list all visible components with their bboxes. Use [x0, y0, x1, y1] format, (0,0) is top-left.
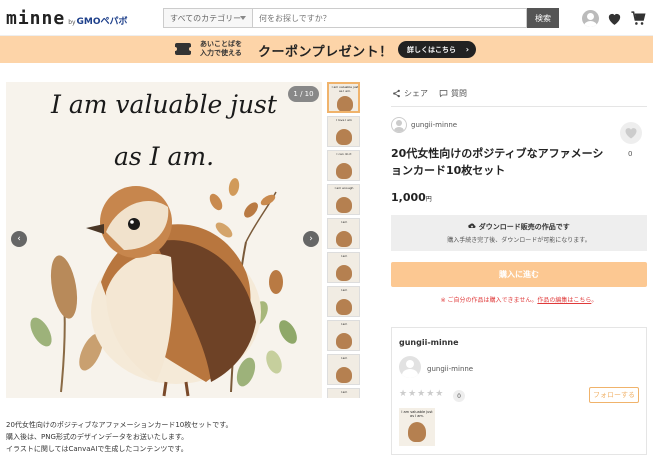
follow-button[interactable]: フォローする: [589, 387, 639, 403]
share-icon: [393, 89, 400, 98]
bird-illustration: [30, 178, 297, 397]
download-subtext: 購入手続き完了後、ダウンロードが可能になります。: [447, 237, 591, 244]
heart-icon[interactable]: [606, 10, 623, 27]
warning-text: ※ ご自分の作品は購入できません。: [440, 297, 538, 304]
thumbnail-bird: [336, 367, 352, 383]
description-line: イラストに関してはCanvaAIで生成したコンテンツです。: [6, 445, 188, 453]
thumbnail[interactable]: I am: [327, 388, 360, 398]
banner-details-label: 詳しくはこちら: [407, 45, 456, 54]
thumbnail[interactable]: I am: [327, 218, 360, 249]
logo-gmo: GMO: [76, 17, 101, 27]
seller-card: gungii-minne gungii-minne ★★★★★ 0 フォローする…: [391, 327, 647, 455]
search-button[interactable]: 検索: [527, 8, 559, 28]
price-unit: 円: [425, 196, 432, 203]
seller-card-title[interactable]: gungii-minne: [399, 338, 459, 347]
favorite-count: 0: [628, 150, 633, 158]
thumbnail-text: I can do it: [336, 152, 352, 156]
own-item-warning: ※ ご自分の作品は購入できません。作品の編集はこちら。: [391, 295, 647, 304]
category-select[interactable]: すべてのカテゴリー: [163, 8, 253, 28]
thumbnail-bird: [336, 265, 352, 281]
thumbnail-text: I am enough: [334, 186, 354, 190]
product-description: 20代女性向けのポジティブなアファメーションカード10枚セットです。 購入後は、…: [6, 419, 233, 455]
user-icon[interactable]: [582, 10, 599, 27]
thumbnail[interactable]: I am: [327, 320, 360, 351]
thumbnail-text: I am: [340, 220, 348, 224]
thumbnail-bird: [336, 299, 352, 315]
rating-count: 0: [453, 390, 465, 402]
chevron-right-icon: ›: [465, 45, 469, 54]
minne-logo[interactable]: minne by GMO ペパボ: [6, 8, 128, 29]
logo-text: minne: [6, 8, 66, 29]
question-label: 質問: [451, 89, 467, 98]
category-select-label: すべてのカテゴリー: [170, 13, 242, 23]
chat-icon: [439, 90, 448, 98]
edit-item-link[interactable]: 作品の編集はこちら: [537, 297, 591, 304]
chevron-right-icon[interactable]: ›: [303, 231, 319, 247]
search-input[interactable]: [253, 8, 527, 28]
seller-item-bird: [408, 422, 426, 442]
banner-small-line1: あいことばを: [200, 40, 242, 48]
seller-item-thumbnail[interactable]: I am valuable just as I am.: [399, 408, 435, 446]
cloud-download-icon: [468, 223, 476, 229]
cart-icon[interactable]: [630, 10, 647, 27]
thumbnail[interactable]: I am: [327, 286, 360, 317]
thumbnail-bird: [337, 96, 353, 111]
thumbnail-bird: [336, 163, 352, 179]
thumbnail[interactable]: I am enough: [327, 184, 360, 215]
favorite-button[interactable]: [620, 122, 642, 144]
logo-by: by: [68, 19, 76, 26]
thumbnail-strip: I am valuable just as I am. I love I am …: [327, 82, 360, 398]
thumbnail[interactable]: I love I am: [327, 116, 360, 147]
thumbnail-bird: [336, 197, 352, 213]
chevron-left-icon[interactable]: ‹: [11, 231, 27, 247]
thumbnail-bird: [336, 129, 352, 145]
coupon-banner[interactable]: あいことばを 入力で使える クーポンプレゼント！ 詳しくはこちら ›: [0, 36, 653, 63]
heart-icon: [625, 128, 637, 139]
thumbnail-text: I am valuable just as I am.: [331, 85, 359, 93]
banner-small-line2: 入力で使える: [200, 49, 242, 57]
buy-button[interactable]: 購入に進む: [391, 262, 647, 287]
header: minne by GMO ペパボ すべてのカテゴリー 検索: [0, 0, 653, 36]
description-line: 20代女性向けのポジティブなアファメーションカード10枚セットです。: [6, 421, 233, 429]
thumbnail[interactable]: I can do it: [327, 150, 360, 181]
thumbnail[interactable]: I am: [327, 354, 360, 385]
thumbnail-text: I am: [340, 356, 348, 360]
thumbnail-text: I am: [340, 288, 348, 292]
download-title: ダウンロード販売の作品です: [391, 222, 647, 232]
star-rating: ★★★★★: [399, 389, 445, 399]
search-bar: すべてのカテゴリー 検索: [163, 8, 559, 28]
thumbnail-text: I am: [340, 254, 348, 258]
product-main-image[interactable]: I am valuable just as I am.: [6, 82, 322, 398]
thumbnail-text: I am: [340, 390, 348, 394]
product-price: 1,000円: [391, 191, 432, 204]
ticket-icon: [173, 43, 193, 55]
description-line: 購入後は、PNG形式のデザインデータをお送いたします。: [6, 433, 189, 441]
product-title: 20代女性向けのポジティブなアファメーションカード10枚セット: [391, 147, 604, 177]
logo-pepabo: ペパボ: [100, 17, 128, 27]
chevron-down-icon: [240, 16, 246, 20]
thumbnail-bird: [336, 231, 352, 247]
share-label: シェア: [404, 89, 428, 98]
question-button[interactable]: 質問: [439, 88, 467, 99]
seller-card-name[interactable]: gungii-minne: [427, 365, 473, 373]
price-value: 1,000: [391, 191, 426, 204]
avatar[interactable]: [399, 356, 421, 378]
thumbnail[interactable]: I am valuable just as I am.: [327, 82, 360, 113]
banner-small-text: あいことばを 入力で使える: [200, 40, 242, 58]
thumbnail-bird: [336, 333, 352, 349]
warning-end: 。: [591, 297, 598, 304]
thumbnail-text: I am: [340, 322, 348, 326]
download-title-text: ダウンロード販売の作品です: [478, 223, 570, 231]
avatar[interactable]: [391, 117, 407, 133]
banner-headline: クーポンプレゼント！: [258, 45, 393, 60]
thumbnail[interactable]: I am: [327, 252, 360, 283]
share-button[interactable]: シェア: [392, 88, 428, 99]
banner-details-button[interactable]: 詳しくはこちら ›: [398, 41, 476, 58]
seller-name[interactable]: gungii-minne: [411, 121, 457, 129]
image-counter: 1 / 10: [288, 86, 319, 102]
download-info-box: ダウンロード販売の作品です 購入手続き完了後、ダウンロードが可能になります。: [391, 215, 647, 251]
divider: [391, 106, 647, 107]
thumbnail-text: I love I am: [336, 118, 352, 122]
seller-item-thumbnail-text: I am valuable just as I am.: [401, 410, 433, 418]
